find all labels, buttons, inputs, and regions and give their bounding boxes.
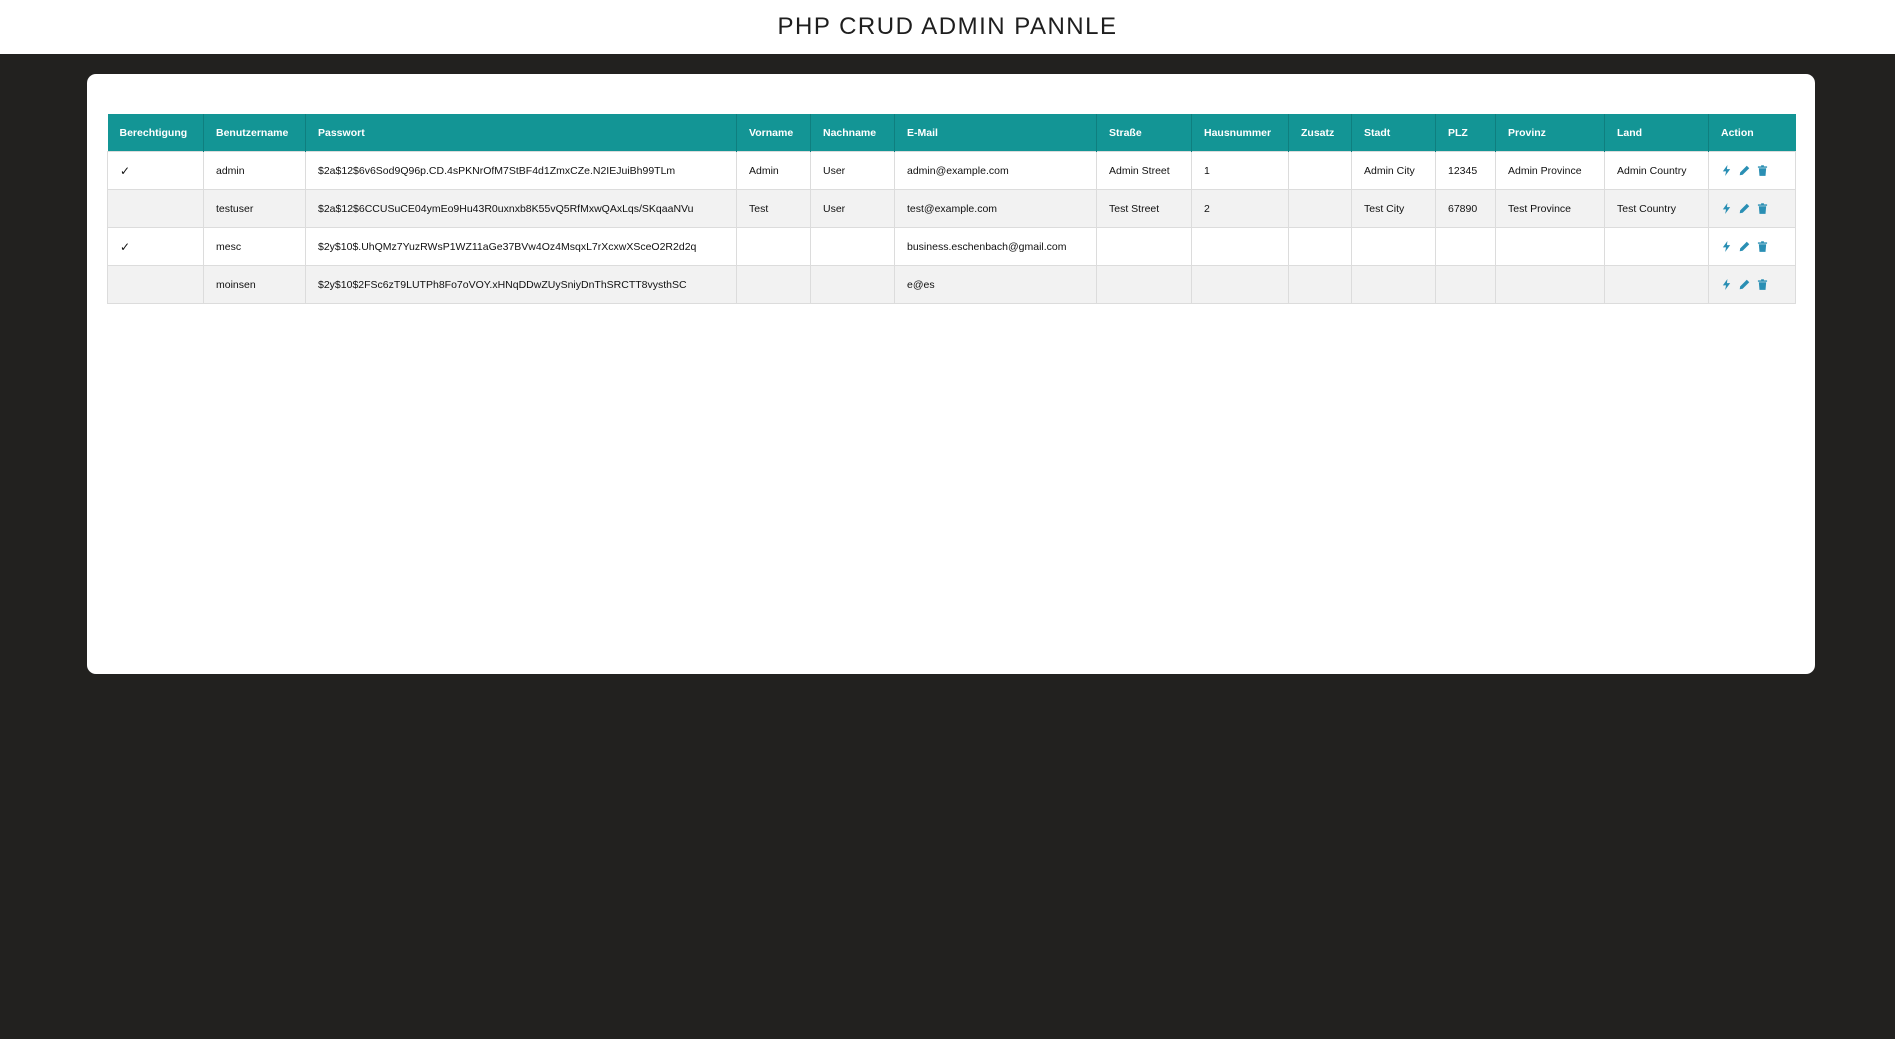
pencil-icon[interactable] bbox=[1739, 241, 1750, 252]
top-bar: PHP CRUD ADMIN PANNLE bbox=[0, 0, 1895, 54]
cell-passwort: $2a$12$6v6Sod9Q96p.CD.4sPKNrOfM7StBF4d1Z… bbox=[305, 151, 737, 190]
column-header-hausnummer[interactable]: Hausnummer bbox=[1191, 114, 1289, 152]
cell-hausnummer: 2 bbox=[1191, 189, 1289, 228]
column-header-provinz[interactable]: Provinz bbox=[1495, 114, 1605, 152]
cell-strasse bbox=[1096, 227, 1192, 266]
column-header-stadt[interactable]: Stadt bbox=[1351, 114, 1436, 152]
users-table: Berechtigung Benutzername Passwort Vorna… bbox=[107, 114, 1796, 304]
cell-plz bbox=[1435, 265, 1496, 304]
cell-passwort: $2y$10$.UhQMz7YuzRWsP1WZ11aGe37BVw4Oz4Ms… bbox=[305, 227, 737, 266]
cell-strasse: Test Street bbox=[1096, 189, 1192, 228]
pencil-icon[interactable] bbox=[1739, 279, 1750, 290]
cell-plz: 67890 bbox=[1435, 189, 1496, 228]
bolt-icon[interactable] bbox=[1721, 279, 1732, 290]
trash-icon[interactable] bbox=[1757, 165, 1768, 176]
table-header-row: Berechtigung Benutzername Passwort Vorna… bbox=[107, 114, 1796, 152]
cell-zusatz bbox=[1288, 151, 1352, 190]
column-header-plz[interactable]: PLZ bbox=[1435, 114, 1496, 152]
cell-stadt bbox=[1351, 227, 1436, 266]
cell-actions bbox=[1708, 227, 1796, 266]
column-header-email[interactable]: E-Mail bbox=[894, 114, 1097, 152]
cell-nachname bbox=[810, 227, 895, 266]
permission-check bbox=[107, 265, 204, 304]
cell-land bbox=[1604, 265, 1709, 304]
cell-land bbox=[1604, 227, 1709, 266]
table-row: ✓ admin $2a$12$6v6Sod9Q96p.CD.4sPKNrOfM7… bbox=[107, 151, 1796, 190]
cell-hausnummer bbox=[1191, 227, 1289, 266]
cell-zusatz bbox=[1288, 189, 1352, 228]
cell-hausnummer bbox=[1191, 265, 1289, 304]
bolt-icon[interactable] bbox=[1721, 203, 1732, 214]
content-panel: Berechtigung Benutzername Passwort Vorna… bbox=[87, 74, 1815, 674]
cell-vorname: Test bbox=[736, 189, 811, 228]
cell-strasse bbox=[1096, 265, 1192, 304]
cell-nachname: User bbox=[810, 151, 895, 190]
cell-provinz bbox=[1495, 265, 1605, 304]
column-header-berechtigung[interactable]: Berechtigung bbox=[107, 114, 204, 152]
cell-stadt bbox=[1351, 265, 1436, 304]
column-header-action: Action bbox=[1708, 114, 1796, 152]
pencil-icon[interactable] bbox=[1739, 203, 1750, 214]
cell-provinz: Test Province bbox=[1495, 189, 1605, 228]
cell-vorname bbox=[736, 227, 811, 266]
table-row: ✓ mesc $2y$10$.UhQMz7YuzRWsP1WZ11aGe37BV… bbox=[107, 227, 1796, 266]
permission-check bbox=[107, 189, 204, 228]
column-header-vorname[interactable]: Vorname bbox=[736, 114, 811, 152]
cell-zusatz bbox=[1288, 265, 1352, 304]
cell-actions bbox=[1708, 265, 1796, 304]
cell-stadt: Test City bbox=[1351, 189, 1436, 228]
table-row: moinsen $2y$10$2FSc6zT9LUTPh8Fo7oVOY.xHN… bbox=[107, 265, 1796, 304]
cell-email: e@es bbox=[894, 265, 1097, 304]
table-row: testuser $2a$12$6CCUSuCE04ymEo9Hu43R0uxn… bbox=[107, 189, 1796, 228]
trash-icon[interactable] bbox=[1757, 203, 1768, 214]
page-title: PHP CRUD ADMIN PANNLE bbox=[777, 13, 1118, 40]
cell-nachname: User bbox=[810, 189, 895, 228]
column-header-benutzername[interactable]: Benutzername bbox=[203, 114, 306, 152]
cell-passwort: $2y$10$2FSc6zT9LUTPh8Fo7oVOY.xHNqDDwZUyS… bbox=[305, 265, 737, 304]
cell-nachname bbox=[810, 265, 895, 304]
column-header-strasse[interactable]: Straße bbox=[1096, 114, 1192, 152]
cell-plz bbox=[1435, 227, 1496, 266]
cell-email: business.eschenbach@gmail.com bbox=[894, 227, 1097, 266]
cell-benutzername: mesc bbox=[203, 227, 306, 266]
trash-icon[interactable] bbox=[1757, 279, 1768, 290]
trash-icon[interactable] bbox=[1757, 241, 1768, 252]
column-header-land[interactable]: Land bbox=[1604, 114, 1709, 152]
cell-passwort: $2a$12$6CCUSuCE04ymEo9Hu43R0uxnxb8K55vQ5… bbox=[305, 189, 737, 228]
cell-email: test@example.com bbox=[894, 189, 1097, 228]
cell-vorname: Admin bbox=[736, 151, 811, 190]
cell-stadt: Admin City bbox=[1351, 151, 1436, 190]
cell-benutzername: testuser bbox=[203, 189, 306, 228]
cell-actions bbox=[1708, 189, 1796, 228]
cell-hausnummer: 1 bbox=[1191, 151, 1289, 190]
cell-provinz: Admin Province bbox=[1495, 151, 1605, 190]
column-header-zusatz[interactable]: Zusatz bbox=[1288, 114, 1352, 152]
cell-zusatz bbox=[1288, 227, 1352, 266]
pencil-icon[interactable] bbox=[1739, 165, 1750, 176]
cell-strasse: Admin Street bbox=[1096, 151, 1192, 190]
cell-vorname bbox=[736, 265, 811, 304]
column-header-nachname[interactable]: Nachname bbox=[810, 114, 895, 152]
column-header-passwort[interactable]: Passwort bbox=[305, 114, 737, 152]
cell-email: admin@example.com bbox=[894, 151, 1097, 190]
cell-benutzername: admin bbox=[203, 151, 306, 190]
cell-actions bbox=[1708, 151, 1796, 190]
cell-land: Admin Country bbox=[1604, 151, 1709, 190]
permission-check: ✓ bbox=[107, 227, 204, 266]
cell-benutzername: moinsen bbox=[203, 265, 306, 304]
permission-check: ✓ bbox=[107, 151, 204, 190]
bolt-icon[interactable] bbox=[1721, 165, 1732, 176]
cell-provinz bbox=[1495, 227, 1605, 266]
cell-plz: 12345 bbox=[1435, 151, 1496, 190]
cell-land: Test Country bbox=[1604, 189, 1709, 228]
bolt-icon[interactable] bbox=[1721, 241, 1732, 252]
